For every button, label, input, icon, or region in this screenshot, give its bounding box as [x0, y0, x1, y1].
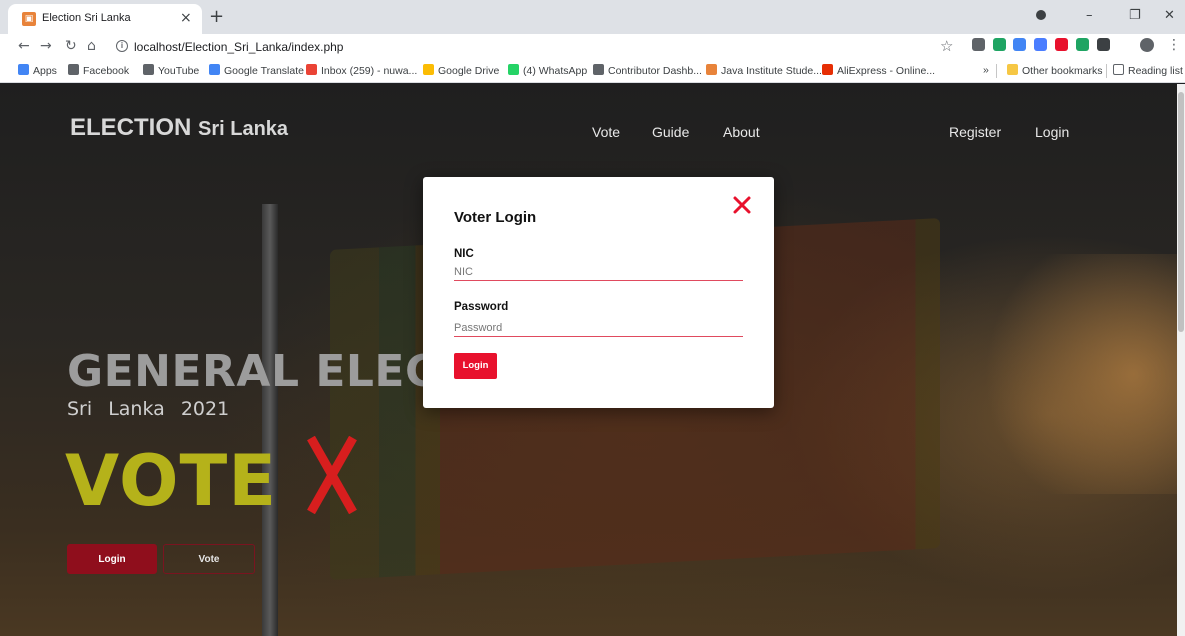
ballot-x-mark-icon [307, 436, 357, 514]
whatsapp-icon [508, 64, 519, 75]
bookmark-google-translate[interactable]: Google Translate [209, 64, 304, 77]
nav-guide-link[interactable]: Guide [652, 124, 689, 140]
tab-close-icon[interactable]: × [180, 10, 192, 26]
bookmarks-bar: Apps Facebook YouTube Google Translate I… [0, 60, 1185, 83]
minimize-icon[interactable]: – [1086, 8, 1093, 23]
password-input[interactable] [454, 319, 743, 337]
extension-icon-3[interactable] [1013, 38, 1026, 51]
reading-list-icon [1113, 64, 1124, 75]
reload-icon[interactable]: ↻ [65, 38, 77, 54]
aliexpress-icon [822, 64, 833, 75]
background-glow [960, 254, 1177, 494]
site-favicon-icon: ▣ [22, 12, 36, 26]
folder-icon [1007, 64, 1018, 75]
bookmark-star-icon[interactable]: ☆ [940, 37, 953, 55]
back-icon[interactable]: ← [18, 38, 30, 54]
profile-indicator-icon[interactable] [1036, 10, 1046, 20]
hero-country: Sri Lanka [67, 398, 165, 420]
bookmarks-divider [1106, 64, 1107, 78]
extension-icon-5[interactable] [1055, 38, 1068, 51]
extension-icon-6[interactable] [1076, 38, 1089, 51]
bookmark-contributor-dashboard[interactable]: Contributor Dashb... [593, 64, 702, 77]
globe-icon [593, 64, 604, 75]
extension-icon-2[interactable] [993, 38, 1006, 51]
nav-vote-link[interactable]: Vote [592, 124, 620, 140]
address-bar[interactable]: i localhost/Election_Sri_Lanka/index.php… [110, 36, 966, 58]
globe-icon [143, 64, 154, 75]
browser-tab-strip: ▣ Election Sri Lanka × + – ❐ ✕ [0, 0, 1185, 34]
close-icon[interactable] [732, 195, 752, 215]
url-text[interactable]: localhost/Election_Sri_Lanka/index.php [134, 40, 343, 54]
hero-year: 2021 [180, 398, 230, 420]
logo-sub: Sri Lanka [198, 118, 289, 140]
page-viewport: ELECTION Sri Lanka Vote Guide About Regi… [0, 84, 1177, 636]
logo-main: ELECTION [70, 114, 192, 141]
page-scrollbar[interactable] [1177, 84, 1185, 636]
bookmark-gmail[interactable]: Inbox (259) - nuwa... [306, 64, 417, 77]
close-window-icon[interactable]: ✕ [1164, 8, 1175, 23]
modal-title: Voter Login [454, 209, 537, 226]
site-logo[interactable]: ELECTION Sri Lanka [70, 114, 288, 142]
hero-login-button[interactable]: Login [67, 544, 157, 574]
drive-icon [423, 64, 434, 75]
flag-pole-image [262, 204, 278, 636]
bookmark-facebook[interactable]: Facebook [68, 64, 129, 77]
browser-toolbar: ← → ↻ ⌂ i localhost/Election_Sri_Lanka/i… [0, 34, 1185, 60]
hero-subtitle: Sri Lanka 2021 [67, 398, 229, 420]
bookmarks-overflow-button[interactable]: » [983, 64, 989, 76]
reading-list[interactable]: Reading list [1113, 64, 1183, 77]
nic-input[interactable] [454, 263, 743, 281]
other-bookmarks[interactable]: Other bookmarks [1007, 64, 1103, 77]
home-icon[interactable]: ⌂ [87, 38, 96, 54]
password-label: Password [454, 301, 509, 313]
hero-vote-button[interactable]: Vote [163, 544, 255, 574]
bookmark-whatsapp[interactable]: (4) WhatsApp [508, 64, 587, 77]
translate-icon [209, 64, 220, 75]
nic-label: NIC [454, 248, 474, 260]
bookmark-youtube[interactable]: YouTube [143, 64, 199, 77]
browser-tab[interactable]: ▣ Election Sri Lanka × [8, 4, 202, 34]
hero-vote-word: VOTE [65, 440, 278, 522]
nav-about-link[interactable]: About [723, 124, 760, 140]
bookmark-aliexpress[interactable]: AliExpress - Online... [822, 64, 935, 77]
browser-menu-icon[interactable]: ⋮ [1167, 37, 1181, 53]
site-info-icon[interactable]: i [116, 40, 128, 52]
nav-login-link[interactable]: Login [1035, 124, 1069, 140]
apps-grid-icon [18, 64, 29, 75]
voter-login-modal: Voter Login NIC Password Login [423, 177, 774, 408]
gmail-icon [306, 64, 317, 75]
modal-login-button[interactable]: Login [454, 353, 497, 379]
profile-avatar[interactable] [1140, 38, 1154, 52]
extensions-puzzle-icon[interactable] [1097, 38, 1110, 51]
restore-icon[interactable]: ❐ [1129, 8, 1141, 23]
bookmark-google-drive[interactable]: Google Drive [423, 64, 499, 77]
globe-icon [68, 64, 79, 75]
tab-title: Election Sri Lanka [42, 12, 131, 24]
forward-icon[interactable]: → [40, 38, 52, 54]
extension-icon-1[interactable] [972, 38, 985, 51]
scrollbar-thumb[interactable] [1178, 92, 1184, 332]
bookmark-apps[interactable]: Apps [18, 64, 57, 77]
nav-register-link[interactable]: Register [949, 124, 1001, 140]
extension-icon-4[interactable] [1034, 38, 1047, 51]
bookmarks-divider [996, 64, 997, 78]
new-tab-button[interactable]: + [209, 6, 224, 27]
java-institute-icon [706, 64, 717, 75]
bookmark-java-institute[interactable]: Java Institute Stude... [706, 64, 822, 77]
